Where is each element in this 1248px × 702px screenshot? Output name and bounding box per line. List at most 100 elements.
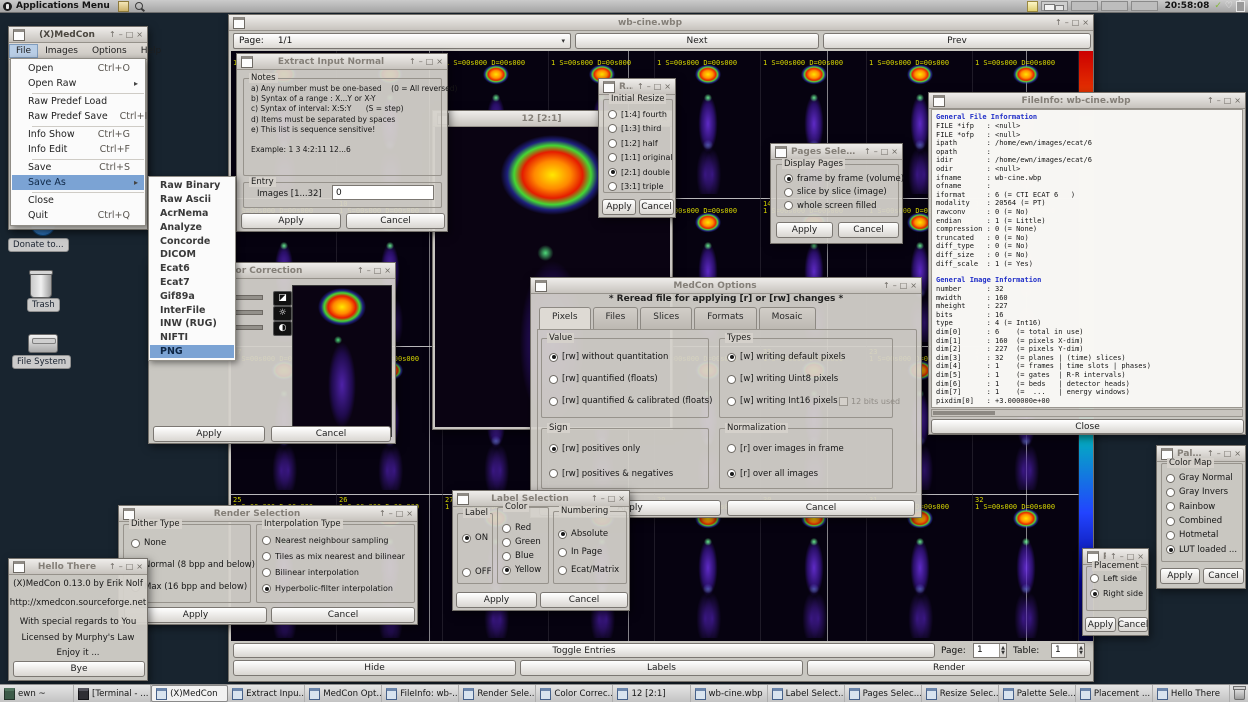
radio-option[interactable]: Blue (498, 549, 548, 563)
radio-option[interactable]: In Page (554, 543, 626, 561)
rollup-button[interactable]: ↑ (1110, 553, 1117, 561)
radio-icon[interactable] (549, 397, 558, 406)
taskbar-item[interactable]: 12 [2:1] (613, 685, 690, 702)
radio-icon[interactable] (549, 375, 558, 384)
clock[interactable]: 20:58:08 (1165, 1, 1210, 11)
minimize-button[interactable]: – (647, 83, 651, 91)
radio-option[interactable]: [w] writing default pixels (720, 346, 892, 368)
rollup-button[interactable]: ↑ (637, 83, 644, 91)
apply-button[interactable]: Apply (602, 199, 636, 215)
taskbar-item[interactable]: Pages Selec... (845, 685, 922, 702)
brightness-icon[interactable]: ☼ (273, 306, 292, 321)
radio-icon[interactable] (262, 536, 271, 545)
desktop-icon-filesystem-label[interactable]: File System (12, 355, 71, 369)
rollup-button[interactable]: ↑ (109, 563, 116, 571)
radio-option[interactable]: Tiles as mix nearest and bilinear (257, 548, 414, 564)
radio-icon[interactable] (608, 168, 617, 177)
taskbar-item[interactable]: ewn ~ (0, 685, 74, 702)
close-button[interactable]: × (910, 282, 917, 290)
maximize-button[interactable]: □ (126, 31, 134, 39)
close-button[interactable]: × (1234, 450, 1241, 458)
menu-item[interactable]: Concorde (150, 234, 234, 248)
apply-button[interactable]: Apply (776, 222, 833, 238)
radio-option[interactable]: [r] over images in frame (720, 436, 892, 461)
menubar-item[interactable]: Help (134, 44, 169, 58)
radio-option[interactable]: Absolute (554, 525, 626, 543)
radio-option[interactable]: Bilinear interpolation (257, 564, 414, 580)
menu-item[interactable]: Save As ▸ (12, 175, 144, 190)
titlebar[interactable]: MedCon Options ↑–□× (531, 278, 921, 294)
radio-icon[interactable] (608, 110, 617, 119)
close-button[interactable]: × (664, 83, 671, 91)
taskbar-item[interactable]: Placement ... (1076, 685, 1153, 702)
image-cell[interactable]: 32 1 S=00s000 D=00s000 (973, 495, 1079, 641)
radio-icon[interactable] (727, 469, 736, 478)
menu-item[interactable]: Open Ctrl+O (12, 61, 144, 76)
apply-button[interactable]: Apply (241, 213, 341, 229)
taskbar-item[interactable]: Color Correc... (536, 685, 613, 702)
desktop-icon-donate-label[interactable]: Donate to... (8, 238, 69, 252)
menu-item[interactable]: NIFTI (150, 331, 234, 345)
minimize-button[interactable]: – (874, 148, 878, 156)
cancel-button[interactable]: Cancel (1203, 568, 1244, 584)
maximize-button[interactable]: □ (396, 510, 404, 518)
apply-button[interactable]: Apply (153, 426, 265, 442)
radio-icon[interactable] (502, 538, 511, 547)
radio-icon[interactable] (1166, 517, 1175, 526)
rollup-button[interactable]: ↑ (883, 282, 890, 290)
rollup-button[interactable]: ↑ (109, 31, 116, 39)
radio-icon[interactable] (262, 584, 271, 593)
taskbar-item[interactable]: [Terminal - ... (74, 685, 151, 702)
menu-item[interactable]: Raw Predef Save Ctrl+I (12, 109, 144, 124)
radio-option[interactable]: Hotmetal (1162, 528, 1242, 542)
menu-item[interactable]: Ecat7 (150, 276, 234, 290)
radio-icon[interactable] (1166, 545, 1175, 554)
radio-icon[interactable] (1090, 574, 1099, 583)
hide-button[interactable]: Hide (233, 660, 516, 676)
radio-icon[interactable] (784, 201, 793, 210)
minimize-button[interactable]: – (367, 267, 371, 275)
minimize-button[interactable]: – (119, 563, 123, 571)
radio-option[interactable]: Hyperbolic-filter interpolation (257, 581, 414, 597)
radio-option[interactable]: Green (498, 535, 548, 549)
radio-icon[interactable] (558, 530, 567, 539)
titlebar[interactable]: Label Selection ↑–□× (453, 491, 629, 507)
radio-icon[interactable] (1166, 502, 1175, 511)
menu-item[interactable]: Info Show Ctrl+G (12, 127, 144, 142)
radio-icon[interactable] (608, 124, 617, 133)
menu-item[interactable]: Analyze (150, 220, 234, 234)
taskbar-item[interactable]: FileInfo: wb-... (382, 685, 459, 702)
menu-item[interactable]: AcrNema (150, 207, 234, 221)
radio-icon[interactable] (549, 469, 558, 478)
titlebar[interactable]: wb-cine.wbp ↑–□× (229, 15, 1093, 31)
radio-icon[interactable] (262, 568, 271, 577)
maximize-button[interactable]: □ (881, 148, 889, 156)
apply-button[interactable]: Apply (1160, 568, 1200, 584)
radio-icon[interactable] (558, 566, 567, 575)
radio-icon[interactable] (608, 139, 617, 148)
radio-icon[interactable] (462, 534, 471, 543)
taskbar-item[interactable]: Palette Sele... (999, 685, 1076, 702)
menu-item[interactable]: Quit Ctrl+Q (12, 208, 144, 223)
maximize-button[interactable]: □ (900, 282, 908, 290)
contrast-icon[interactable]: ◐ (273, 321, 292, 336)
radio-icon[interactable] (608, 153, 617, 162)
menu-item[interactable]: Open Raw ▸ (12, 76, 144, 91)
radio-icon[interactable] (608, 182, 617, 191)
titlebar[interactable]: Resize Selection ↑–□× (599, 79, 675, 95)
radio-option[interactable]: Yellow (498, 563, 548, 577)
maximize-button[interactable]: □ (1224, 450, 1232, 458)
tab[interactable]: Pixels (539, 307, 591, 330)
menu-item[interactable]: Save Ctrl+S (12, 160, 144, 175)
taskbar-item[interactable]: Label Select... (768, 685, 845, 702)
radio-icon[interactable] (727, 375, 736, 384)
gamma-icon[interactable]: ◪ (273, 291, 292, 306)
maximize-button[interactable]: □ (1072, 19, 1080, 27)
radio-icon[interactable] (502, 552, 511, 561)
radio-icon[interactable] (502, 524, 511, 533)
rollup-button[interactable]: ↑ (357, 267, 364, 275)
cancel-button[interactable]: Cancel (271, 607, 415, 623)
tab[interactable]: Mosaic (759, 307, 816, 330)
radio-icon[interactable] (1166, 488, 1175, 497)
maximize-button[interactable]: □ (654, 83, 662, 91)
